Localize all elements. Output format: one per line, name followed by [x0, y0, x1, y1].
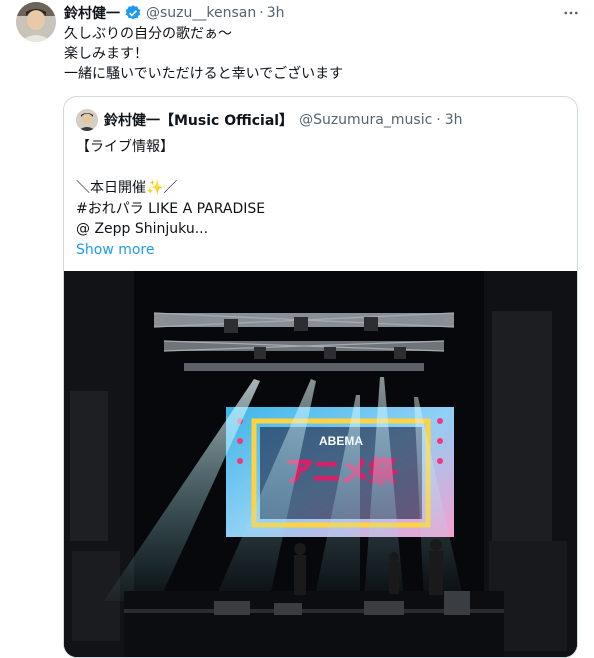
tweet-text-line: 楽しみます！ [64, 46, 148, 62]
show-more-link[interactable]: Show more [76, 240, 265, 261]
quoted-tweet-text: 【ライブ情報】 ＼本日開催✨／ #おれパラ LIKE A PARADISE @ … [76, 137, 265, 260]
quoted-author-avatar [76, 109, 98, 131]
quoted-text-line: @ Zepp Shinjuku... [76, 221, 209, 237]
author-name[interactable]: 鈴村健一 [64, 3, 120, 23]
separator-dot: · [436, 112, 441, 128]
tweet-text-line: 一緒に騒いでいただけると幸いでございます [64, 66, 344, 82]
author-avatar[interactable] [16, 2, 56, 42]
author-handle[interactable]: @suzu__kensan [146, 5, 256, 21]
more-options-icon[interactable] [560, 2, 582, 24]
quoted-text-line: 【ライブ情報】 [76, 139, 174, 155]
quoted-author-handle: @Suzumura_music [299, 112, 433, 128]
quoted-text-line [76, 158, 265, 179]
tweet-timestamp[interactable]: 3h [267, 5, 285, 21]
stage-illustration: ABEMA アニメ祭 [64, 271, 577, 657]
quoted-timestamp: 3h [444, 112, 463, 128]
quoted-text-line: #おれパラ LIKE A PARADISE [76, 200, 266, 217]
tweet-header: 鈴村健一 @suzu__kensan · 3h [64, 2, 582, 24]
verified-badge-icon [124, 4, 142, 22]
quoted-author-name: 鈴村健一【Music Official】 [104, 113, 294, 129]
concert-stage-photo[interactable]: ABEMA アニメ祭 [64, 271, 577, 657]
tweet-text-line: 久しぶりの自分の歌だぁ〜 [64, 26, 232, 42]
tweet-text: 久しぶりの自分の歌だぁ〜 楽しみます！ 一緒に騒いでいただけると幸いでございます [64, 24, 564, 84]
quoted-text-line: ＼本日開催✨／ [76, 180, 178, 196]
quoted-tweet-header: 鈴村健一【Music Official】 @Suzumura_music · 3… [76, 109, 463, 131]
quoted-tweet-card[interactable]: 鈴村健一【Music Official】 @Suzumura_music · 3… [63, 96, 578, 658]
separator-dot: · [259, 5, 264, 21]
